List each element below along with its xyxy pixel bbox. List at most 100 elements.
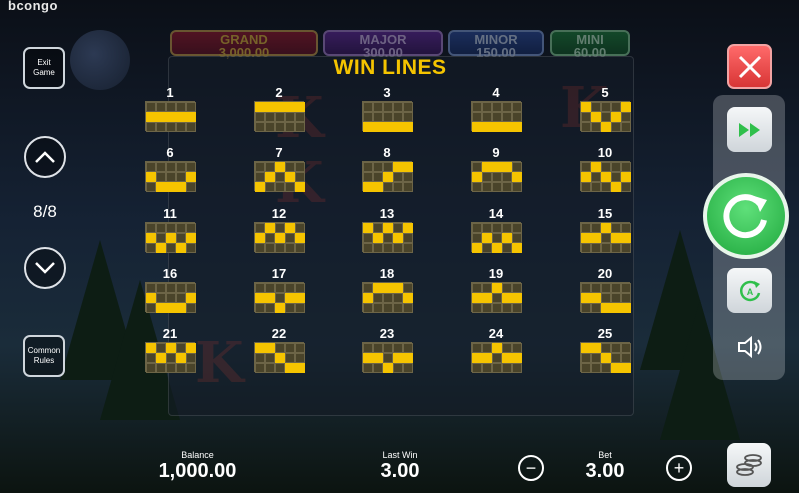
line-cell [146, 223, 156, 233]
increase-bet-button[interactable]: + [666, 455, 692, 481]
common-rules-button[interactable]: Common Rules [23, 335, 65, 377]
line-cell [186, 223, 196, 233]
line-cell [611, 122, 621, 132]
win-line-5: 5 [580, 85, 631, 132]
line-cell [146, 363, 156, 373]
line-cell [482, 223, 492, 233]
jackpot-major: MAJOR 300.00 [323, 30, 443, 59]
line-cell-active [275, 353, 285, 363]
line-cell [285, 243, 295, 253]
line-cell [621, 122, 631, 132]
line-cell [383, 112, 393, 122]
autoplay-button[interactable]: A [727, 268, 772, 313]
line-cell-active [512, 243, 522, 253]
spin-button[interactable] [703, 173, 789, 259]
line-cell [621, 112, 631, 122]
line-cell [156, 162, 166, 172]
line-cell-active [363, 293, 373, 303]
line-cell-active [265, 343, 275, 353]
line-cell-active [275, 233, 285, 243]
line-cell [591, 182, 601, 192]
exit-game-button[interactable]: Exit Game [23, 47, 65, 89]
win-line-number: 24 [488, 326, 504, 341]
line-cell-active [186, 172, 196, 182]
win-line-16: 16 [145, 267, 196, 313]
scroll-down-button[interactable] [24, 247, 66, 289]
line-cell [492, 303, 502, 313]
line-cell-active [482, 353, 492, 363]
line-cell [482, 172, 492, 182]
line-cell [363, 243, 373, 253]
line-cell [186, 182, 196, 192]
line-cell-active [255, 343, 265, 353]
line-cell [621, 353, 631, 363]
balance-display: Balance 1,000.00 [140, 450, 255, 483]
line-cell [512, 112, 522, 122]
win-line-number: 20 [597, 266, 613, 281]
line-cell [383, 293, 393, 303]
line-cell [146, 102, 156, 112]
line-cell [472, 112, 482, 122]
line-cell-active [373, 182, 383, 192]
line-cell [502, 182, 512, 192]
line-cell [601, 293, 611, 303]
win-line-number: 8 [383, 145, 391, 160]
line-cell-active [492, 162, 502, 172]
line-cell [285, 122, 295, 132]
line-cell-active [146, 293, 156, 303]
win-line-21: 21 [145, 327, 196, 373]
line-cell-active [591, 162, 601, 172]
line-cell [512, 233, 522, 243]
line-cell-active [482, 122, 492, 132]
line-cell [492, 223, 502, 233]
line-cell [601, 233, 611, 243]
line-cell [492, 353, 502, 363]
exit-game-label: Exit Game [33, 58, 55, 77]
page-indicator: 8/8 [33, 202, 57, 221]
line-cell-active [611, 303, 621, 313]
line-cell [482, 363, 492, 373]
line-cell [156, 363, 166, 373]
line-cell [176, 162, 186, 172]
line-cell [373, 162, 383, 172]
jackpot-major-label: MAJOR [359, 32, 407, 47]
line-cell [472, 182, 482, 192]
line-cell [275, 363, 285, 373]
line-cell [601, 102, 611, 112]
win-line-pattern [471, 342, 522, 373]
line-cell [166, 243, 176, 253]
line-cell-active [265, 102, 275, 112]
line-cell [591, 243, 601, 253]
line-cell [146, 122, 156, 132]
win-line-number: 5 [601, 85, 609, 100]
bet-settings-button[interactable] [727, 443, 771, 487]
line-cell [255, 283, 265, 293]
decrease-bet-button[interactable]: − [518, 455, 544, 481]
line-cell [512, 363, 522, 373]
line-cell [492, 233, 502, 243]
turbo-button[interactable] [727, 107, 772, 152]
scroll-up-button[interactable] [24, 136, 66, 178]
line-cell-active [482, 293, 492, 303]
line-cell-active [383, 283, 393, 293]
line-cell [166, 162, 176, 172]
line-cell-active [146, 172, 156, 182]
line-cell [285, 233, 295, 243]
line-cell [482, 243, 492, 253]
line-cell [285, 353, 295, 363]
win-line-pattern [254, 101, 305, 132]
line-cell [255, 223, 265, 233]
line-cell [295, 303, 305, 313]
line-cell [265, 112, 275, 122]
line-cell [176, 172, 186, 182]
line-cell [512, 102, 522, 112]
close-button[interactable] [727, 44, 772, 89]
line-cell-active [146, 343, 156, 353]
line-cell-active [581, 172, 591, 182]
sound-button[interactable] [733, 330, 767, 364]
line-cell [373, 172, 383, 182]
line-cell-active [146, 233, 156, 243]
win-line-number: 6 [166, 145, 174, 160]
line-cell [265, 182, 275, 192]
line-cell [611, 223, 621, 233]
